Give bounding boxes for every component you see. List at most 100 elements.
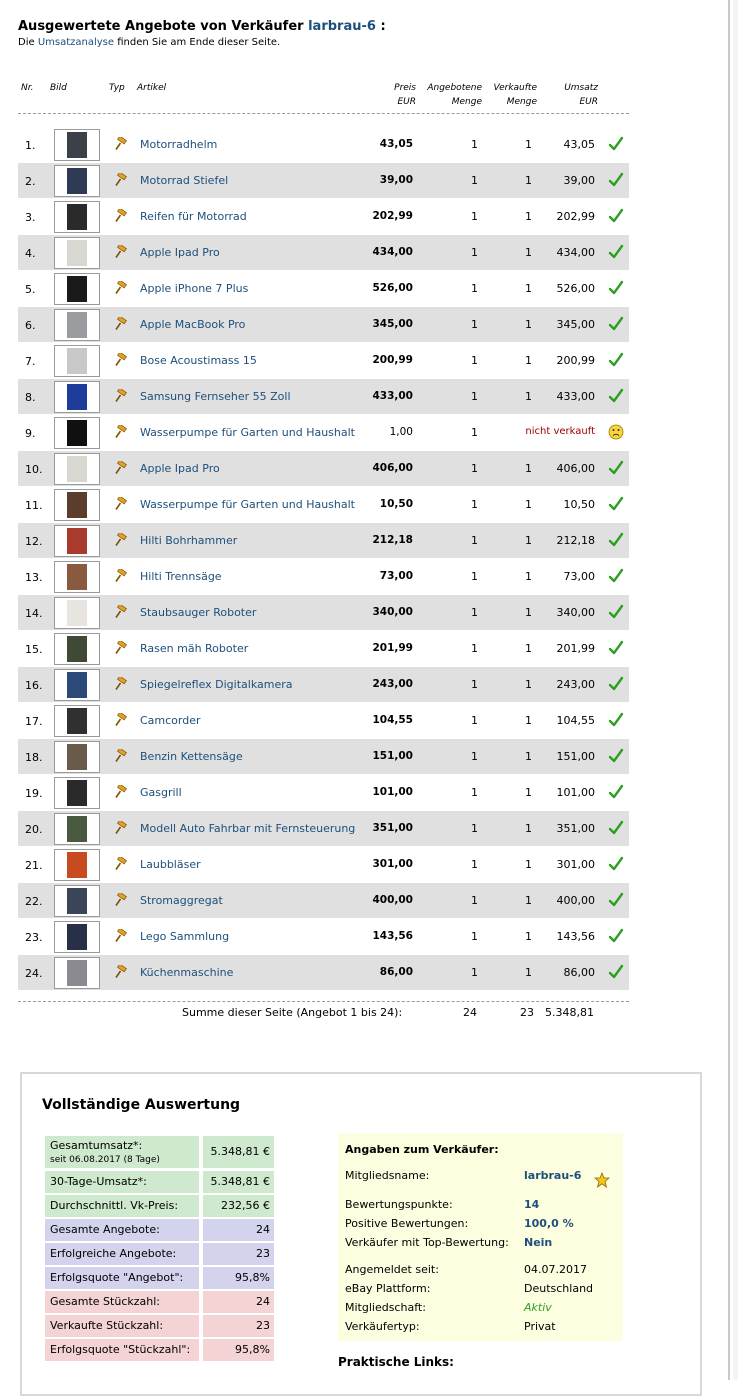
item-thumbnail[interactable] [54,633,100,665]
item-thumbnail[interactable] [54,741,100,773]
auction-hammer-icon [114,387,128,403]
item-thumbnail[interactable] [54,885,100,917]
article-link[interactable]: Küchenmaschine [140,966,233,979]
table-row[interactable]: 2. Motorrad Stiefel 39,00 1 1 39,00 [18,163,629,198]
table-row[interactable]: 14. Staubsauger Roboter 340,00 1 1 340,00 [18,595,629,630]
table-row[interactable]: 7. Bose Acoustimass 15 200,99 1 1 200,99 [18,343,629,378]
table-row[interactable]: 23. Lego Sammlung 143,56 1 1 143,56 [18,919,629,954]
table-row[interactable]: 17. Camcorder 104,55 1 1 104,55 [18,703,629,738]
article-link[interactable]: Apple Ipad Pro [140,462,220,475]
item-thumbnail[interactable] [54,525,100,557]
article-link[interactable]: Modell Auto Fahrbar mit Fernsteuerung [140,822,355,835]
sold-qty-cell: 1 [525,174,532,187]
offered-qty-cell: 1 [471,390,478,403]
article-link[interactable]: Apple Ipad Pro [140,246,220,259]
article-link[interactable]: Laubbläser [140,858,201,871]
item-thumbnail[interactable] [54,957,100,989]
item-thumbnail[interactable] [54,489,100,521]
table-row[interactable]: 21. Laubbläser 301,00 1 1 301,00 [18,847,629,882]
item-thumbnail[interactable] [54,129,100,161]
stat-value: 95,8% [203,1267,274,1289]
table-row[interactable]: 16. Spiegelreflex Digitalkamera 243,00 1 1 24… [18,667,629,702]
article-link[interactable]: Wasserpumpe für Garten und Haushalt [140,426,355,439]
article-link[interactable]: Camcorder [140,714,201,727]
revenue-cell: 243,00 [556,678,596,691]
item-thumbnail[interactable] [54,345,100,377]
member-name-link[interactable]: larbrau-6 [524,1169,581,1182]
article-link[interactable]: Hilti Bohrhammer [140,534,237,547]
row-number: 23. [25,931,43,944]
article-link[interactable]: Stromaggregat [140,894,223,907]
page-subtitle: Die Umsatzanalyse finden Sie am Ende die… [18,37,280,48]
table-row[interactable]: 9. Wasserpumpe für Garten und Haushalt 1,0… [18,415,629,450]
checkmark-icon [608,856,624,872]
scrollbar-track[interactable] [733,0,738,1380]
table-row[interactable]: 8. Samsung Fernseher 55 Zoll 433,00 1 1 433,0… [18,379,629,414]
article-link[interactable]: Apple iPhone 7 Plus [140,282,248,295]
table-row[interactable]: 4. Apple Ipad Pro 434,00 1 1 434,00 [18,235,629,270]
item-thumbnail[interactable] [54,597,100,629]
table-row[interactable]: 18. Benzin Kettensäge 151,00 1 1 151,00 [18,739,629,774]
table-row[interactable]: 22. Stromaggregat 400,00 1 1 400,00 [18,883,629,918]
stat-value: 24 [203,1219,274,1241]
item-thumbnail[interactable] [54,417,100,449]
auction-hammer-icon [114,855,128,871]
item-thumbnail[interactable] [54,921,100,953]
item-thumbnail[interactable] [54,813,100,845]
table-row[interactable]: 3. Reifen für Motorrad 202,99 1 1 202,99 [18,199,629,234]
price-cell: 200,99 [372,354,413,366]
table-row[interactable]: 6. Apple MacBook Pro 345,00 1 1 345,00 [18,307,629,342]
article-link[interactable]: Samsung Fernseher 55 Zoll [140,390,291,403]
item-thumbnail[interactable] [54,381,100,413]
item-thumbnail[interactable] [54,561,100,593]
article-link[interactable]: Lego Sammlung [140,930,229,943]
auction-hammer-icon [114,927,128,943]
item-thumbnail[interactable] [54,849,100,881]
row-number: 20. [25,823,43,836]
article-link[interactable]: Apple MacBook Pro [140,318,245,331]
item-thumbnail[interactable] [54,201,100,233]
top-seller-label: Verkäufer mit Top-Bewertung: [345,1236,509,1249]
item-thumbnail[interactable] [54,777,100,809]
article-link[interactable]: Staubsauger Roboter [140,606,256,619]
article-link[interactable]: Reifen für Motorrad [140,210,247,223]
item-thumbnail[interactable] [54,669,100,701]
col-angebotene-label: Angebotene [427,83,482,93]
table-row[interactable]: 11. Wasserpumpe für Garten und Haushalt 10… [18,487,629,522]
table-row[interactable]: 5. Apple iPhone 7 Plus 526,00 1 1 526,00 [18,271,629,306]
item-thumbnail[interactable] [54,165,100,197]
table-row[interactable]: 24. Küchenmaschine 86,00 1 1 86,00 [18,955,629,990]
article-link[interactable]: Motorradhelm [140,138,217,151]
table-row[interactable]: 20. Modell Auto Fahrbar mit Fernsteuerung… [18,811,629,846]
points-value[interactable]: 14 [524,1198,539,1211]
sold-qty-cell: 1 [525,642,532,655]
item-thumbnail[interactable] [54,705,100,737]
table-row[interactable]: 1. Motorradhelm 43,05 1 1 43,05 [18,127,629,162]
table-row[interactable]: 10. Apple Ipad Pro 406,00 1 1 406,00 [18,451,629,486]
auction-hammer-icon [114,675,128,691]
article-link[interactable]: Gasgrill [140,786,182,799]
table-row[interactable]: 19. Gasgrill 101,00 1 1 101,00 [18,775,629,810]
positive-value: 100,0 % [524,1217,574,1230]
stat-label: Gesamte Angebote: [45,1219,199,1241]
price-cell: 434,00 [372,246,413,258]
sold-qty-cell: 1 [525,930,532,943]
table-row[interactable]: 12. Hilti Bohrhammer 212,18 1 1 212,18 [18,523,629,558]
article-link[interactable]: Benzin Kettensäge [140,750,243,763]
article-link[interactable]: Motorrad Stiefel [140,174,228,187]
article-link[interactable]: Rasen mäh Roboter [140,642,248,655]
sold-qty-cell: 1 [525,318,532,331]
article-link[interactable]: Spiegelreflex Digitalkamera [140,678,293,691]
seller-name-link[interactable]: larbrau-6 [308,19,376,34]
item-thumbnail[interactable] [54,309,100,341]
since-label: Angemeldet seit: [345,1263,439,1276]
article-link[interactable]: Hilti Trennsäge [140,570,222,583]
item-thumbnail[interactable] [54,453,100,485]
article-link[interactable]: Wasserpumpe für Garten und Haushalt [140,498,355,511]
table-row[interactable]: 15. Rasen mäh Roboter 201,99 1 1 201,99 [18,631,629,666]
item-thumbnail[interactable] [54,273,100,305]
umsatzanalyse-link[interactable]: Umsatzanalyse [38,37,114,48]
table-row[interactable]: 13. Hilti Trennsäge 73,00 1 1 73,00 [18,559,629,594]
item-thumbnail[interactable] [54,237,100,269]
article-link[interactable]: Bose Acoustimass 15 [140,354,257,367]
